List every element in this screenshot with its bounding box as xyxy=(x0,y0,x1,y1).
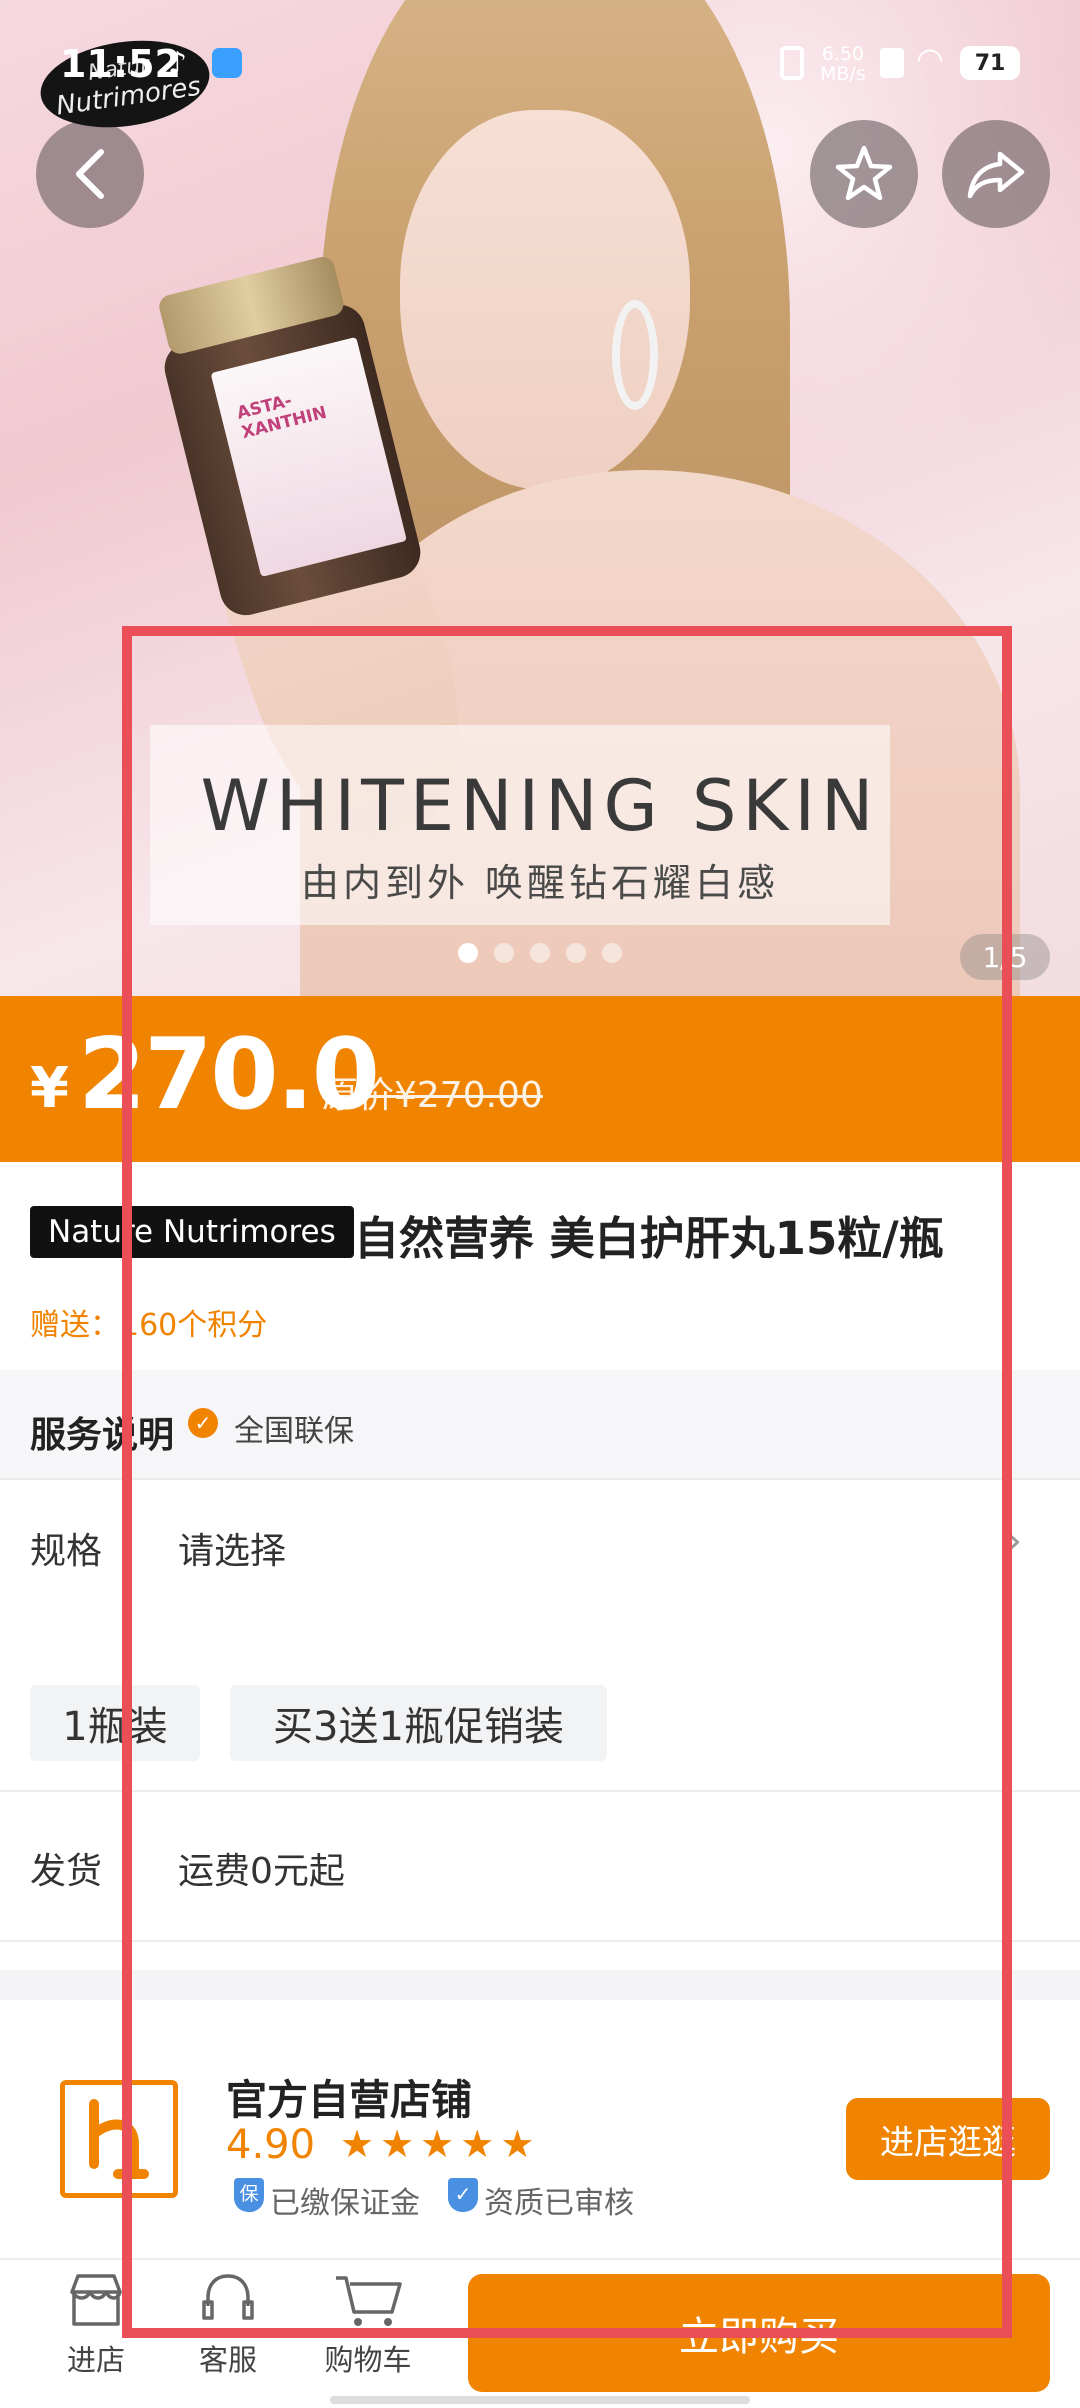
app-notification-icon xyxy=(212,48,242,78)
shop-name: 官方自营店铺 xyxy=(226,2076,472,2124)
deposit-shield-label: 保 xyxy=(239,2183,259,2205)
model-face xyxy=(400,110,690,490)
spec-select[interactable]: 请选择 xyxy=(178,1522,286,1574)
shop-rating: 4.90 xyxy=(226,2122,316,2168)
carousel-dot xyxy=(602,943,622,963)
product-info: Nature Nutrimores 自然营养 美白护肝丸15粒/瓶 赠送：160… xyxy=(0,1162,1080,1370)
battery-level: 71 xyxy=(974,50,1006,76)
shop-card: 官方自营店铺 4.90 ★ ★ ★ ★ ★ 保 已缴保证金 ✓ 资质已审核 进店逛逛 xyxy=(0,2000,1080,2258)
price-bar: ¥ 270.0 原价¥270.00 xyxy=(0,996,1080,1162)
star-icon: ★ xyxy=(420,2122,455,2166)
product-image-carousel[interactable]: ASTA-XANTHIN WHITENING SKIN 由内到外 唤醒钻石耀白感… xyxy=(0,0,1080,996)
currency-symbol: ¥ xyxy=(30,1056,69,1121)
service-item: 全国联保 xyxy=(234,1414,354,1449)
battery-indicator: 71 xyxy=(960,46,1020,80)
nav-customer-service-label: 客服 xyxy=(198,2343,257,2377)
service-row[interactable]: 服务说明 ✓ 全国联保 xyxy=(0,1370,1080,1478)
original-price: 原价¥270.00 xyxy=(322,1075,543,1116)
star-icon: ★ xyxy=(340,2122,375,2166)
nav-cart-label: 购物车 xyxy=(324,2343,412,2377)
check-circle-icon: ✓ xyxy=(188,1408,218,1438)
carousel-dot xyxy=(530,943,550,963)
chevron-left-icon xyxy=(76,149,104,199)
share-button[interactable] xyxy=(942,120,1050,228)
rating-stars: ★ ★ ★ ★ ★ xyxy=(340,2122,540,2166)
spec-option-1-label: 1瓶装 xyxy=(62,1704,168,1750)
headset-icon xyxy=(202,2274,254,2320)
subline: 由内到外 唤醒钻石耀白感 xyxy=(300,861,780,905)
nav-store-label: 进店 xyxy=(66,2343,125,2377)
earring xyxy=(612,300,658,410)
carousel-dot xyxy=(494,943,514,963)
home-indicator xyxy=(330,2396,750,2404)
enter-shop-button[interactable]: 进店逛逛 xyxy=(846,2098,1050,2180)
section-gap xyxy=(0,1970,1080,2000)
shipping-label: 发货 xyxy=(30,1851,103,1892)
divider xyxy=(0,1940,1080,1942)
status-time: 11:52 xyxy=(60,42,181,86)
carousel-dot xyxy=(458,943,478,963)
share-arrow-icon xyxy=(967,151,1025,199)
page-counter-text: 1/5 xyxy=(982,940,1028,974)
verified-shield-icon: ✓ xyxy=(448,2178,478,2212)
headline: WHITENING SKIN xyxy=(200,765,880,847)
product-title: 自然营养 美白护肝丸15粒/瓶 xyxy=(354,1212,944,1265)
spec-option-2[interactable]: 买3送1瓶促销装 xyxy=(230,1685,607,1761)
nav-cart[interactable]: 购物车 xyxy=(308,2270,428,2379)
verified-badge: 资质已审核 xyxy=(484,2186,634,2221)
status-bar: 11:52 ♪ 6.50 MB/s ◠ 71 xyxy=(0,0,1080,120)
wifi-icon: ◠ xyxy=(916,40,944,78)
net-speed: 6.50 MB/s xyxy=(820,44,866,84)
store-icon xyxy=(70,2274,122,2326)
carousel-dot xyxy=(566,943,586,963)
shipping-row[interactable]: 发货 运费0元起 xyxy=(0,1792,1080,1940)
net-speed-unit: MB/s xyxy=(820,63,866,85)
buy-now-button[interactable]: 立即购买 xyxy=(468,2274,1050,2392)
carousel-dots xyxy=(458,943,622,963)
buy-now-label: 立即购买 xyxy=(679,2314,839,2360)
gift-points: 赠送：160个积分 xyxy=(30,1308,268,1343)
brand-tag: Nature Nutrimores xyxy=(30,1206,354,1258)
shop-logo-mark-icon xyxy=(89,2099,149,2179)
star-icon: ★ xyxy=(380,2122,415,2166)
vibrate-icon xyxy=(780,46,804,80)
shipping-value: 运费0元起 xyxy=(178,1851,345,1892)
deposit-badge: 已缴保证金 xyxy=(270,2186,420,2221)
chevron-right-icon[interactable]: › xyxy=(1006,1518,1022,1564)
nav-customer-service[interactable]: 客服 xyxy=(168,2270,288,2379)
net-speed-value: 6.50 xyxy=(821,43,865,65)
spec-option-2-label: 买3送1瓶促销装 xyxy=(273,1704,564,1750)
back-button[interactable] xyxy=(36,120,144,228)
deposit-shield-icon: 保 xyxy=(234,2178,264,2212)
spec-option-1[interactable]: 1瓶装 xyxy=(30,1685,200,1761)
tiktok-icon: ♪ xyxy=(168,46,188,81)
star-icon: ★ xyxy=(460,2122,495,2166)
spec-label: 规格 xyxy=(30,1531,103,1572)
no-sim-icon xyxy=(880,48,904,78)
nav-store[interactable]: 进店 xyxy=(36,2270,156,2379)
shopping-cart-icon xyxy=(336,2276,402,2326)
bottle-label: ASTA-XANTHIN xyxy=(234,390,329,444)
page-counter: 1/5 xyxy=(960,934,1050,980)
favorite-button[interactable] xyxy=(810,120,918,228)
service-label: 服务说明 xyxy=(30,1415,175,1456)
enter-shop-label: 进店逛逛 xyxy=(880,2122,1016,2163)
shop-logo[interactable] xyxy=(60,2080,178,2198)
star-icon: ★ xyxy=(500,2122,535,2166)
star-outline-icon xyxy=(835,145,893,201)
spec-section: 规格 请选择 › 1瓶装 买3送1瓶促销装 xyxy=(0,1480,1080,1790)
